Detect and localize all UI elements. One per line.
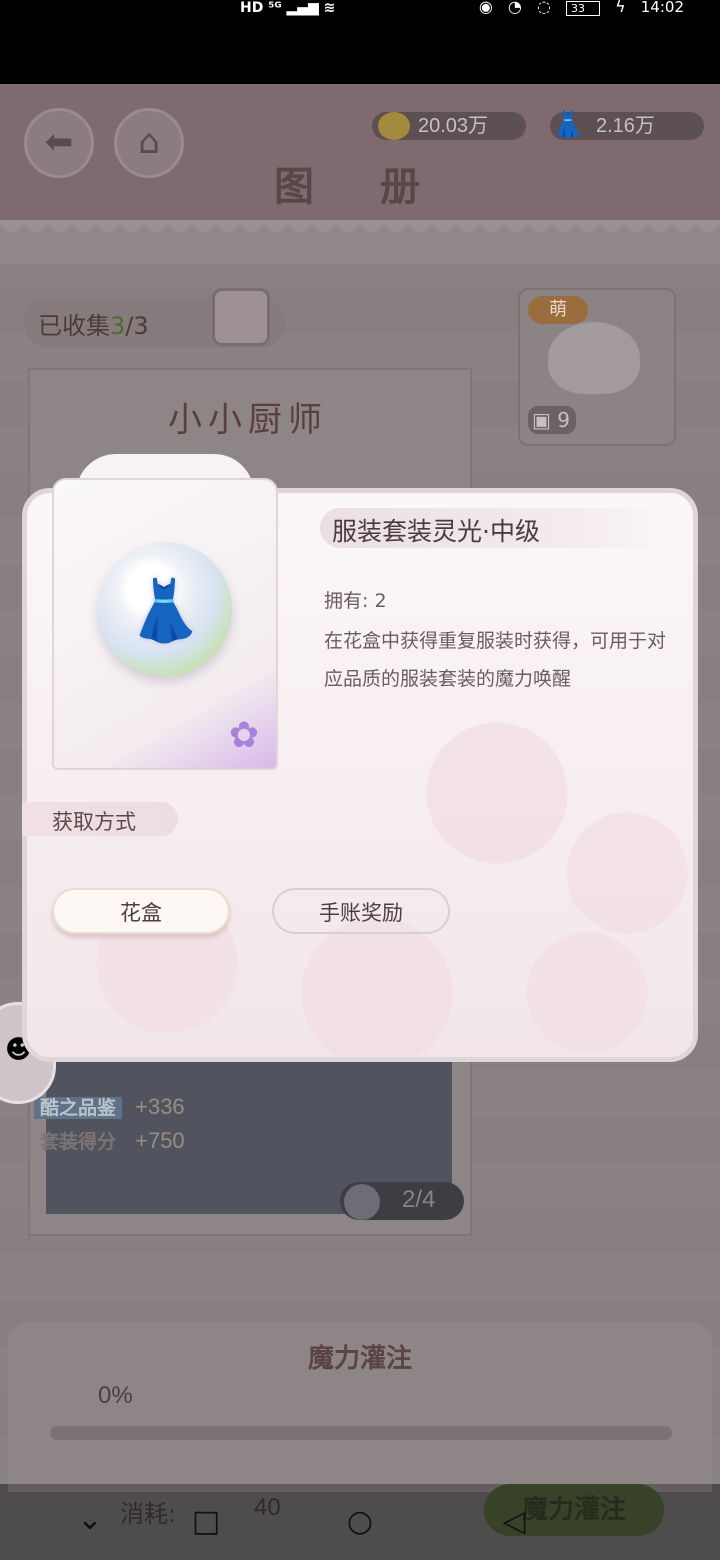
stat-label: 酷之品鉴 — [34, 1097, 123, 1119]
nfc-icon: ◌ — [536, 0, 551, 16]
source-flowerbox-button[interactable]: 花盒 — [52, 888, 230, 934]
alarm-icon: ◔ — [507, 0, 522, 16]
dress-icon: 👗 — [552, 109, 585, 139]
style-tag: 萌 — [528, 296, 588, 324]
source-journal-reward-button[interactable]: 手账奖励 — [272, 888, 450, 934]
stat-value: +336 — [135, 1094, 185, 1119]
suit-name: 小小厨师 — [168, 400, 328, 440]
acquire-label: 获取方式 — [52, 810, 136, 834]
box-icon: ▣ — [532, 408, 551, 432]
collected-text: 已收集3/3 — [38, 312, 149, 340]
collapse-chevron-icon[interactable]: ⌄ — [70, 1500, 110, 1540]
suit-progress: 2/4 — [402, 1186, 436, 1213]
stat-value: +750 — [135, 1128, 185, 1153]
recents-square-icon[interactable]: □ — [186, 1502, 226, 1542]
magic-percent: 0% — [98, 1382, 133, 1409]
lace-divider — [0, 220, 720, 264]
item-description: 在花盒中获得重复服装时获得，可用于对应品质的服装套装的魔力唤醒 — [324, 630, 667, 690]
network-indicator: HD ⁵ᴳ ▂▄▆ ≋ — [240, 0, 336, 16]
coin-counter[interactable]: 20.03万 — [372, 112, 526, 140]
stat-row-1: 酷之品鉴 +336 — [34, 1094, 185, 1122]
charging-icon: ϟ — [615, 0, 626, 16]
dress-badge-icon — [344, 1184, 380, 1220]
coin-icon — [378, 112, 410, 140]
gift-icon[interactable] — [212, 288, 270, 346]
battery-icon: 33 — [566, 1, 601, 16]
item-name: 服装套装灵光·中级 — [332, 517, 540, 546]
item-count-badge: ▣ 9 — [528, 406, 576, 434]
clock: 14:02 — [640, 0, 684, 16]
stat-row-2: 套装得分 +750 — [34, 1128, 185, 1156]
dress-silhouette-icon: 👗 — [127, 576, 203, 646]
eye-icon: ◉ — [478, 0, 493, 16]
status-right: ◉ ◔ ◌ 33 ϟ 14:02 — [469, 0, 684, 16]
page-title: 图 册 — [274, 163, 446, 210]
dress-counter[interactable]: 👗 2.16万 — [550, 109, 704, 140]
status-bar: HD ⁵ᴳ ▂▄▆ ≋ ◉ ◔ ◌ 33 ϟ 14:02 — [0, 0, 720, 84]
quality-flower-icon: ✿ — [228, 715, 260, 756]
owned-count: 拥有: 2 — [324, 590, 387, 612]
stat-label: 套装得分 — [40, 1131, 117, 1153]
back-triangle-icon[interactable]: ◁ — [494, 1502, 534, 1542]
magic-progress-track — [50, 1426, 672, 1440]
home-circle-icon[interactable]: ○ — [340, 1502, 380, 1542]
chef-hat-icon — [548, 322, 640, 394]
signal-icon: ▂▄▆ ≋ — [286, 0, 336, 16]
magic-title: 魔力灌注 — [307, 1344, 412, 1374]
